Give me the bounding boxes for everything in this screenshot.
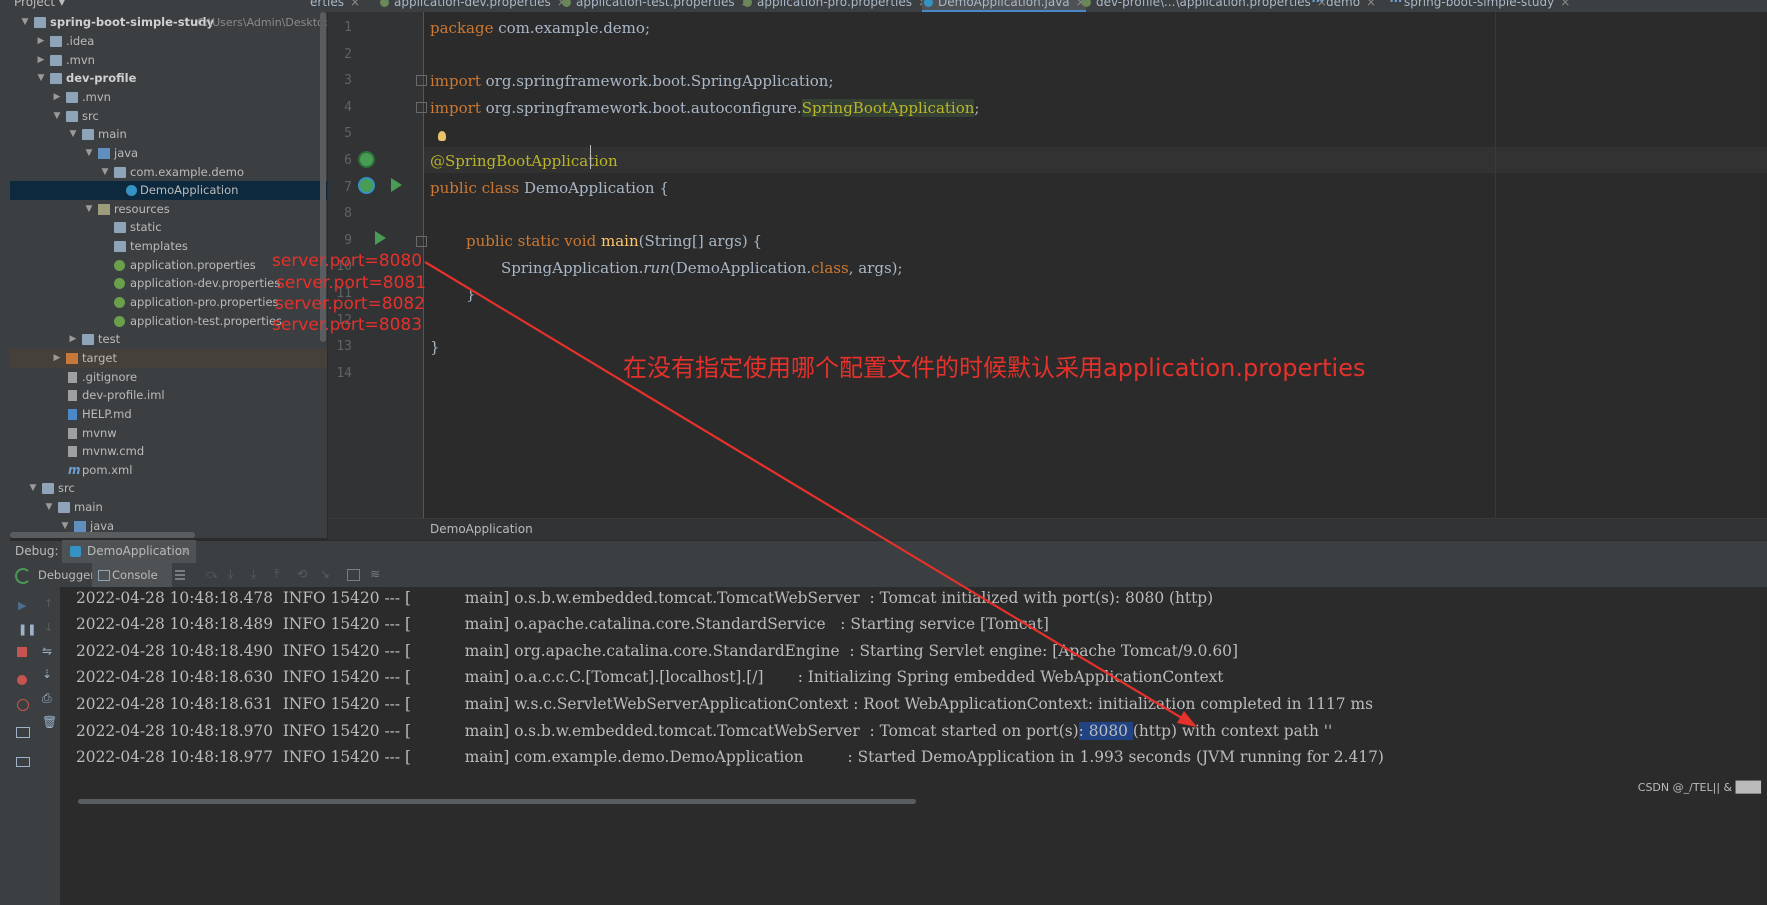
arrow-line (424, 261, 1186, 721)
annotation-arrow (424, 261, 1197, 727)
watermark: CSDN @_/TEL|| & ███ (1637, 781, 1761, 794)
arrow-head (1177, 711, 1197, 727)
